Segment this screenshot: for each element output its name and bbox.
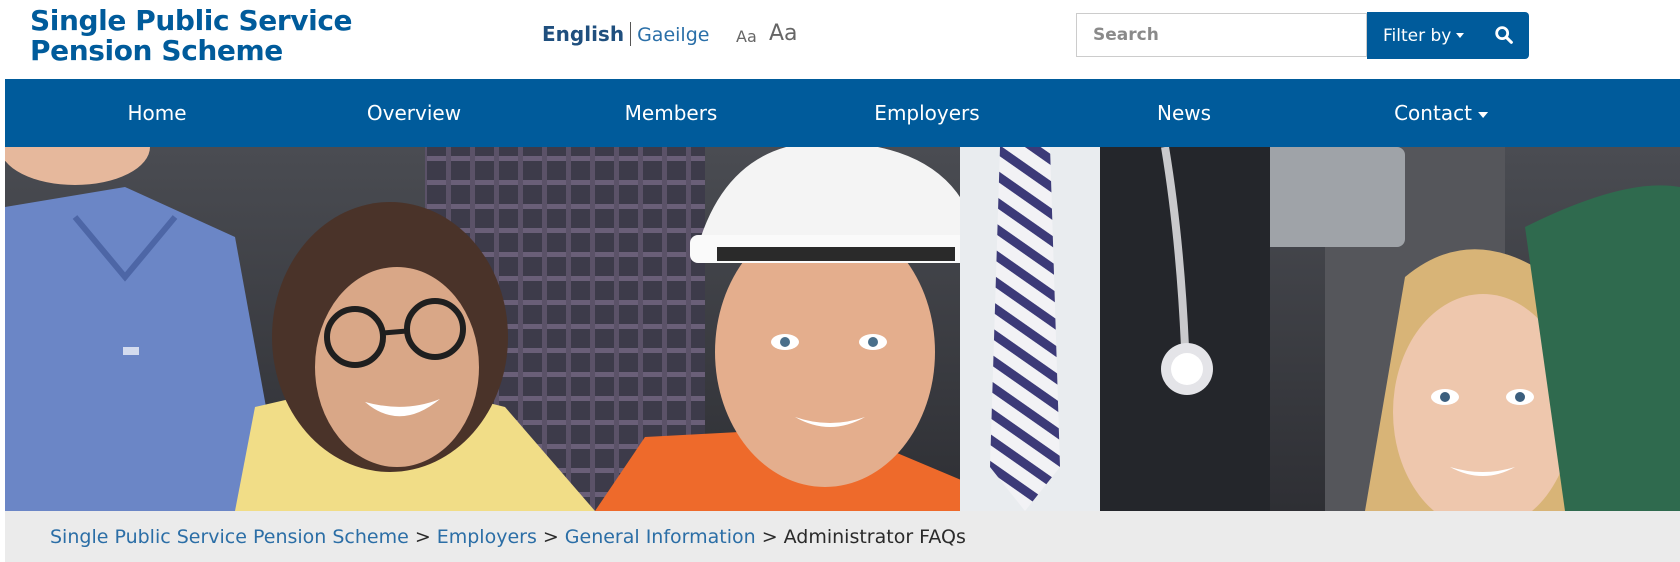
people-photo-banner-icon xyxy=(5,147,1680,511)
text-size-large-button[interactable]: Aa xyxy=(769,21,798,46)
nav-item-label: Members xyxy=(624,101,718,125)
main-navigation: Home Overview Members Employers News Con… xyxy=(5,79,1680,147)
chevron-down-icon xyxy=(1477,111,1488,118)
nav-item-overview[interactable]: Overview xyxy=(367,79,461,147)
nav-item-label: Contact xyxy=(1394,101,1472,125)
breadcrumb-link-home[interactable]: Single Public Service Pension Scheme xyxy=(50,526,409,548)
language-switcher: English Gaeilge xyxy=(542,22,709,47)
filter-by-label: Filter by xyxy=(1383,25,1452,46)
hero-banner xyxy=(5,147,1680,511)
chevron-down-icon xyxy=(1456,33,1465,38)
breadcrumb-bar: Single Public Service Pension Scheme > Emp… xyxy=(5,511,1680,562)
breadcrumb-separator: > xyxy=(542,526,559,548)
search-icon[interactable] xyxy=(1493,24,1515,46)
nav-item-label: Employers xyxy=(874,101,980,125)
nav-item-label: Overview xyxy=(366,101,462,125)
filter-by-button[interactable]: Filter by xyxy=(1367,12,1529,59)
nav-item-news[interactable]: News xyxy=(1157,79,1211,147)
nav-item-contact[interactable]: Contact xyxy=(1394,79,1488,147)
nav-item-home[interactable]: Home xyxy=(127,79,186,147)
breadcrumb-link-general-information[interactable]: General Information xyxy=(565,526,756,548)
nav-item-members[interactable]: Members xyxy=(625,79,718,147)
logo-line-1: Single Public Service xyxy=(30,4,353,37)
nav-item-employers[interactable]: Employers xyxy=(874,79,979,147)
breadcrumb-separator: > xyxy=(761,526,778,548)
breadcrumb-current-page: Administrator FAQs xyxy=(783,526,966,548)
language-irish-link[interactable]: Gaeilge xyxy=(631,23,709,47)
text-size-small-button[interactable]: Aa xyxy=(736,27,757,46)
breadcrumb-link-employers[interactable]: Employers xyxy=(437,526,537,548)
breadcrumb-separator: > xyxy=(414,526,431,548)
nav-item-label: News xyxy=(1156,101,1212,125)
language-english-link[interactable]: English xyxy=(542,22,632,46)
logo-line-2: Pension Scheme xyxy=(30,34,283,67)
nav-item-label: Home xyxy=(127,101,187,125)
site-header: Single Public Service Pension Scheme Eng… xyxy=(0,0,1680,79)
breadcrumb: Single Public Service Pension Scheme > Emp… xyxy=(50,526,966,548)
site-logo[interactable]: Single Public Service Pension Scheme xyxy=(30,4,353,67)
search-input[interactable] xyxy=(1076,13,1367,57)
